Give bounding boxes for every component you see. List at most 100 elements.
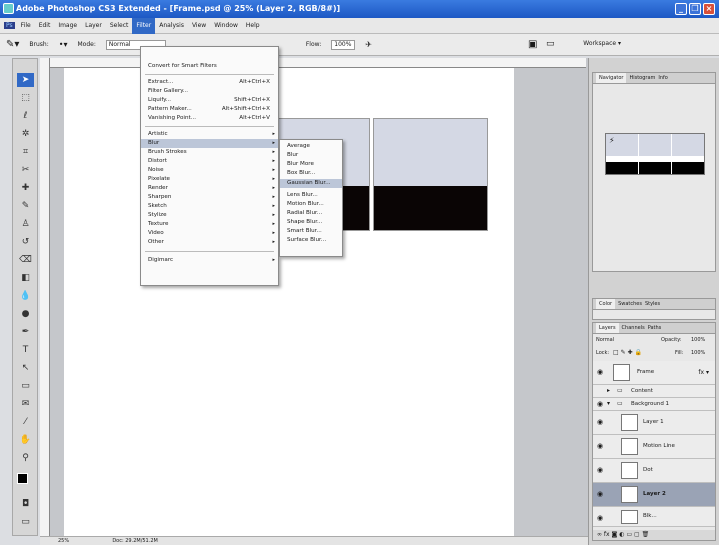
- tab-channels[interactable]: Channels: [622, 323, 645, 333]
- menu-item[interactable]: Other ▸: [141, 238, 278, 247]
- trash-icon[interactable]: 🗑: [642, 531, 650, 538]
- bridge-icon[interactable]: ▭: [546, 39, 555, 49]
- notes-tool-icon[interactable]: ✉: [17, 397, 34, 411]
- blur-tool-icon[interactable]: 💧: [17, 289, 34, 303]
- eye-icon[interactable]: ◉: [597, 514, 603, 522]
- menu-item[interactable]: Filter Gallery...: [141, 87, 278, 96]
- group-row[interactable]: ▸ ▭ Content: [593, 385, 715, 398]
- tab-histogram[interactable]: Histogram: [629, 73, 655, 83]
- menu-item[interactable]: Distort ▸: [141, 157, 278, 166]
- menu-layer[interactable]: Layer: [81, 18, 106, 34]
- layer-row[interactable]: ◉ Layer 1: [593, 411, 715, 435]
- tab-paths[interactable]: Paths: [648, 323, 662, 333]
- eraser-tool-icon[interactable]: ⌫: [17, 253, 34, 267]
- zoom-level[interactable]: 25%: [58, 538, 69, 544]
- menu-item[interactable]: Digimarc ▸: [141, 256, 278, 265]
- foreground-color-swatch[interactable]: [17, 473, 28, 484]
- menu-item[interactable]: Sharpen ▸: [141, 193, 278, 202]
- tab-navigator[interactable]: Navigator: [596, 73, 627, 83]
- path-selection-tool-icon[interactable]: ↖: [17, 361, 34, 375]
- submenu-item[interactable]: Smart Blur...: [280, 227, 342, 236]
- healing-brush-tool-icon[interactable]: ✚: [17, 181, 34, 195]
- menu-item[interactable]: Brush Strokes ▸: [141, 148, 278, 157]
- gradient-tool-icon[interactable]: ◧: [17, 271, 34, 285]
- magic-wand-tool-icon[interactable]: ✲: [17, 127, 34, 141]
- layer-style-icon[interactable]: fx: [604, 531, 610, 538]
- fold-arrow-icon[interactable]: ▾: [607, 400, 610, 407]
- eye-icon[interactable]: ◉: [597, 368, 603, 376]
- quick-mask-icon[interactable]: ◘: [17, 497, 34, 511]
- restore-icon[interactable]: ❐: [689, 3, 701, 15]
- submenu-item[interactable]: Shape Blur...: [280, 218, 342, 227]
- submenu-item[interactable]: Radial Blur...: [280, 209, 342, 218]
- layer-row[interactable]: ◉ Frame fx ▾: [593, 361, 715, 385]
- submenu-item[interactable]: Surface Blur...: [280, 236, 342, 245]
- menu-item[interactable]: Convert for Smart Filters: [141, 62, 278, 71]
- close-icon[interactable]: ×: [703, 3, 715, 15]
- new-layer-icon[interactable]: ▢: [634, 531, 640, 538]
- layer-row[interactable]: ◉ Motion Line: [593, 435, 715, 459]
- tab-info[interactable]: Info: [658, 73, 667, 83]
- menu-item[interactable]: Pixelate ▸: [141, 175, 278, 184]
- menu-item[interactable]: Vanishing Point... Alt+Ctrl+V: [141, 114, 278, 123]
- eye-icon[interactable]: ◉: [597, 490, 603, 498]
- brush-size-icon[interactable]: •▾: [59, 40, 68, 49]
- submenu-item[interactable]: Motion Blur...: [280, 200, 342, 209]
- type-tool-icon[interactable]: T: [17, 343, 34, 357]
- fill-input[interactable]: 100%: [691, 350, 705, 356]
- menu-item-blur[interactable]: Blur ▸: [141, 139, 278, 148]
- eye-icon[interactable]: ◉: [597, 442, 603, 450]
- screen-mode-icon[interactable]: ▭: [17, 515, 34, 529]
- menu-file[interactable]: File: [17, 18, 35, 34]
- ps-logo-icon[interactable]: Ps: [4, 22, 15, 29]
- group-row[interactable]: ◉ ▾ ▭ Background 1: [593, 398, 715, 411]
- menu-item[interactable]: Render ▸: [141, 184, 278, 193]
- blend-mode-dropdown[interactable]: Normal: [596, 337, 614, 343]
- workspace-dropdown[interactable]: Workspace ▾: [583, 40, 621, 47]
- brush-tool-icon[interactable]: ✎: [17, 199, 34, 213]
- menu-view[interactable]: View: [188, 18, 210, 34]
- submenu-item[interactable]: Average: [280, 142, 342, 151]
- layer-mask-icon[interactable]: ◙: [612, 531, 618, 538]
- airbrush-icon[interactable]: ✈: [365, 40, 372, 49]
- fx-icon[interactable]: fx ▾: [698, 369, 709, 376]
- flow-input[interactable]: 100%: [331, 39, 356, 50]
- menu-window[interactable]: Window: [210, 18, 242, 34]
- menu-item[interactable]: Pattern Maker... Alt+Shift+Ctrl+X: [141, 105, 278, 114]
- tab-color[interactable]: Color: [596, 299, 616, 309]
- dodge-tool-icon[interactable]: ●: [17, 307, 34, 321]
- submenu-item[interactable]: Box Blur...: [280, 169, 342, 178]
- shape-tool-icon[interactable]: ▭: [17, 379, 34, 393]
- layer-row[interactable]: ◉ Blk...: [593, 507, 715, 527]
- menu-image[interactable]: Image: [54, 18, 81, 34]
- eye-icon[interactable]: ◉: [597, 466, 603, 474]
- submenu-item-gaussian-blur[interactable]: Gaussian Blur...: [280, 179, 342, 188]
- pen-tool-icon[interactable]: ✒: [17, 325, 34, 339]
- menu-select[interactable]: Select: [106, 18, 133, 34]
- menu-item[interactable]: Extract... Alt+Ctrl+X: [141, 78, 278, 87]
- eyedropper-tool-icon[interactable]: ⁄: [17, 415, 34, 429]
- menu-item[interactable]: Liquify... Shift+Ctrl+X: [141, 96, 278, 105]
- fold-arrow-icon[interactable]: ▸: [607, 387, 610, 394]
- brush-tool-preset-icon[interactable]: ✎▾: [6, 39, 19, 50]
- layer-row[interactable]: ◉ Dot: [593, 459, 715, 483]
- menu-edit[interactable]: Edit: [35, 18, 55, 34]
- palette-well-icon[interactable]: ▣: [528, 39, 537, 50]
- lock-icons[interactable]: □ ✎ ✚ 🔒: [613, 349, 642, 356]
- menu-analysis[interactable]: Analysis: [155, 18, 188, 34]
- menu-item[interactable]: Stylize ▸: [141, 211, 278, 220]
- eye-icon[interactable]: ◉: [597, 418, 603, 426]
- navigator-thumbnail[interactable]: ⚡: [605, 133, 705, 175]
- menu-item[interactable]: Video ▸: [141, 229, 278, 238]
- new-group-icon[interactable]: ▭: [626, 531, 632, 538]
- zoom-tool-icon[interactable]: ⚲: [17, 451, 34, 465]
- history-brush-tool-icon[interactable]: ↺: [17, 235, 34, 249]
- adjustment-layer-icon[interactable]: ◐: [619, 531, 624, 538]
- link-layers-icon[interactable]: ∞: [597, 531, 602, 538]
- minimize-icon[interactable]: _: [675, 3, 687, 15]
- opacity-input[interactable]: 100%: [691, 337, 705, 343]
- menu-filter[interactable]: Filter: [132, 17, 156, 34]
- tab-layers[interactable]: Layers: [596, 323, 619, 333]
- submenu-item[interactable]: Blur More: [280, 160, 342, 169]
- menu-item[interactable]: Sketch ▸: [141, 202, 278, 211]
